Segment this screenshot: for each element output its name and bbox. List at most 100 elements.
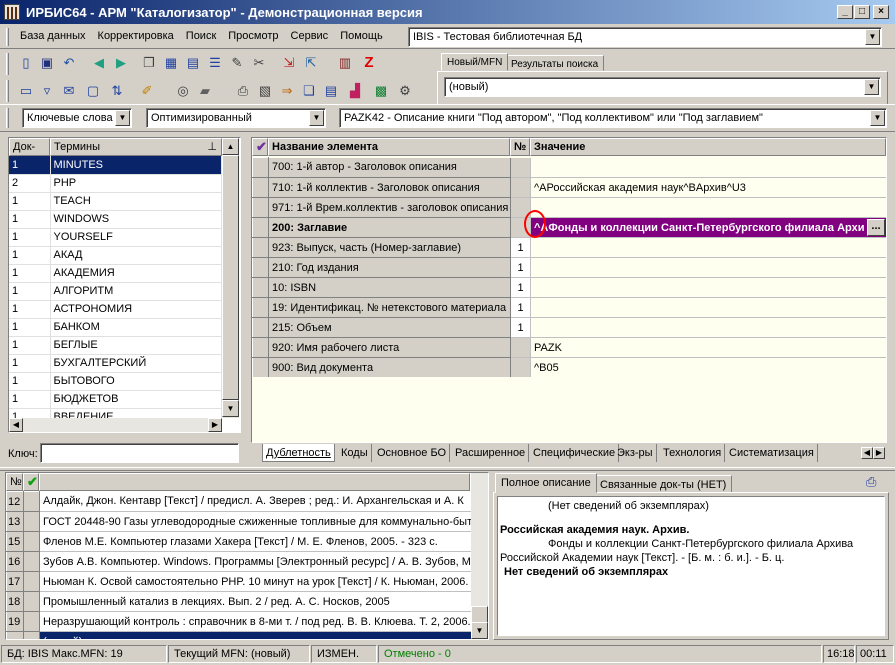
term-row[interactable]: 1 АКАДЕМИЯ [9, 264, 222, 283]
window-icon[interactable]: ▢ [84, 81, 102, 99]
report-icon[interactable]: ▤ [322, 81, 340, 99]
terms-header-term[interactable]: Термины ⊥ [50, 138, 222, 156]
field-value[interactable]: ^AФонды и коллекции Санкт-Петербургского… [530, 217, 886, 238]
marker-icon[interactable]: ✐ [138, 81, 156, 99]
record-mark[interactable] [23, 631, 40, 639]
chevron-down-icon[interactable]: ▼ [115, 110, 130, 126]
field-value[interactable] [530, 297, 886, 318]
print-icon[interactable]: ⎙ [234, 81, 252, 99]
menu-help[interactable]: Помощь [334, 26, 389, 46]
barcode-icon[interactable]: ▥ [336, 53, 354, 71]
document-icon[interactable]: ▤ [184, 53, 202, 71]
field-value[interactable] [530, 237, 886, 258]
chevron-down-icon[interactable]: ▼ [309, 110, 324, 126]
tab-scroll-right-icon[interactable]: ▶ [873, 447, 885, 459]
edit-icon[interactable]: ✎ [228, 53, 246, 71]
tab-worksheet-6[interactable]: Технология [660, 444, 726, 462]
term-row[interactable]: 1 YOURSELF [9, 228, 222, 247]
field-value[interactable]: ^B05 [530, 357, 886, 377]
back-icon[interactable]: ◀ [90, 53, 108, 71]
term-row[interactable]: 2 PHP [9, 174, 222, 193]
record-row[interactable]: 16 Зубов А.В. Компьютер. Windows. Програм… [6, 551, 471, 572]
records-vscroll-thumb[interactable] [471, 606, 488, 623]
field-row[interactable]: 10: ISBN 1 [252, 277, 886, 298]
menu-grip[interactable] [6, 28, 9, 46]
tab-related-docs[interactable]: Связанные док-ты (НЕТ) [594, 475, 733, 493]
maximize-button[interactable]: □ [854, 5, 870, 19]
search-grip[interactable] [6, 108, 9, 128]
terms-hscroll[interactable] [9, 418, 222, 432]
minimize-button[interactable]: _ [837, 5, 853, 19]
field-row[interactable]: 200: Заглавие ^AФонды и коллекции Санкт-П… [252, 217, 886, 238]
term-row[interactable]: 1 БЮДЖЕТОВ [9, 390, 222, 409]
field-value[interactable] [530, 277, 886, 298]
scroll-left-icon[interactable]: ◀ [9, 418, 23, 432]
record-row[interactable]: 19 Неразрушающий контроль : справочник в … [6, 611, 471, 632]
filter-icon[interactable]: ▿ [38, 81, 56, 99]
toolbar-grip[interactable] [6, 53, 9, 75]
record-mark[interactable] [23, 511, 40, 532]
scroll-up-icon[interactable]: ▲ [222, 138, 239, 155]
field-row[interactable]: 900: Вид документа ^B05 [252, 357, 886, 377]
record-row[interactable]: 13 ГОСТ 20448-90 Газы углеводородные сжиж… [6, 511, 471, 532]
toolbar2-grip[interactable] [6, 80, 9, 102]
field-row[interactable]: 920: Имя рабочего листа PAZK [252, 337, 886, 358]
chevron-down-icon[interactable]: ▼ [865, 29, 880, 45]
fields-header-name[interactable]: Название элемента [268, 138, 510, 156]
check-icon[interactable]: ✔ [252, 138, 268, 156]
term-row[interactable]: 1 ВВЕДЕНИЕ [9, 408, 222, 418]
mail-icon[interactable]: ✉ [60, 81, 78, 99]
sort-icon[interactable]: ⇅ [108, 81, 126, 99]
field-value[interactable]: PAZK [530, 337, 886, 358]
tab-worksheet-1[interactable]: Коды [338, 444, 372, 462]
record-row[interactable]: 12 Алдайк, Джон. Кентавр [Текст] / предис… [6, 491, 471, 512]
close-button[interactable]: × [873, 5, 889, 19]
record-row[interactable]: 18 Промышленный катализ в лекциях. Вып. 2… [6, 591, 471, 612]
tab-worksheet-7[interactable]: Систематизация [726, 444, 818, 462]
edit-field-button[interactable]: ... [867, 219, 885, 236]
search-mode-select[interactable]: Ключевые слова ▼ [22, 108, 132, 128]
field-value[interactable] [530, 157, 886, 178]
scroll-down-icon[interactable]: ▼ [471, 622, 488, 639]
tab-scroll-left-icon[interactable]: ◀ [861, 447, 873, 459]
field-value[interactable] [530, 197, 886, 218]
database-select[interactable]: IBIS - Тестовая библиотечная БД ▼ [408, 27, 882, 47]
record-select[interactable]: (новый) ▼ [444, 77, 881, 97]
chart-icon[interactable]: ▟ [346, 81, 364, 99]
excel-icon[interactable]: ▩ [372, 81, 390, 99]
search-form-icon[interactable]: ▭ [17, 81, 35, 99]
tab-worksheet-2[interactable]: Основное БО [374, 444, 451, 462]
record-row[interactable]: 15 Фленов М.Е. Компьютер глазами Хакера [… [6, 531, 471, 552]
term-row[interactable]: 1 БЕГЛЫЕ [9, 336, 222, 355]
tab-search-results[interactable]: Результаты поиска [505, 55, 605, 71]
glasses-icon[interactable]: ◎ [174, 81, 192, 99]
field-value[interactable] [530, 257, 886, 278]
record-mark[interactable] [23, 531, 40, 552]
field-row[interactable]: 215: Объем 1 [252, 317, 886, 338]
record-mark[interactable] [23, 571, 40, 592]
menu-service[interactable]: Сервис [285, 26, 335, 46]
terms-vscroll-thumb[interactable] [222, 155, 239, 400]
output-icon[interactable]: ⇒ [278, 81, 296, 99]
term-row[interactable]: 1 БАНКОМ [9, 318, 222, 337]
field-row[interactable]: 710: 1-й коллектив - Заголовок описания ^… [252, 177, 886, 198]
print-preview-icon[interactable]: ▧ [256, 81, 274, 99]
record-mark[interactable] [23, 551, 40, 572]
field-row[interactable]: 923: Выпуск, часть (Номер-заглавие) 1 [252, 237, 886, 258]
field-row[interactable]: 19: Идентификац. № нетекстового материал… [252, 297, 886, 318]
import-icon[interactable]: ⇲ [280, 53, 298, 71]
term-row[interactable]: 1 WINDOWS [9, 210, 222, 229]
term-row[interactable]: 1 АКАД [9, 246, 222, 265]
term-row[interactable]: 1 АЛГОРИТМ [9, 282, 222, 301]
cut-icon[interactable]: ✂ [250, 53, 268, 71]
tab-worksheet-3[interactable]: Расширенное [452, 444, 530, 462]
record-mark[interactable] [23, 611, 40, 632]
record-mark[interactable] [23, 491, 40, 512]
check-icon[interactable]: ✔ [23, 473, 39, 491]
undo-icon[interactable]: ↶ [60, 53, 78, 71]
horizontal-splitter[interactable] [0, 467, 895, 471]
record-row-new[interactable]: (новый) [6, 631, 471, 639]
term-row[interactable]: 1 MINUTES [9, 156, 222, 175]
menu-database[interactable]: База данных [14, 26, 92, 46]
field-value[interactable]: ^AРоссийская академия наук^BАрхив^U3 [530, 177, 886, 198]
